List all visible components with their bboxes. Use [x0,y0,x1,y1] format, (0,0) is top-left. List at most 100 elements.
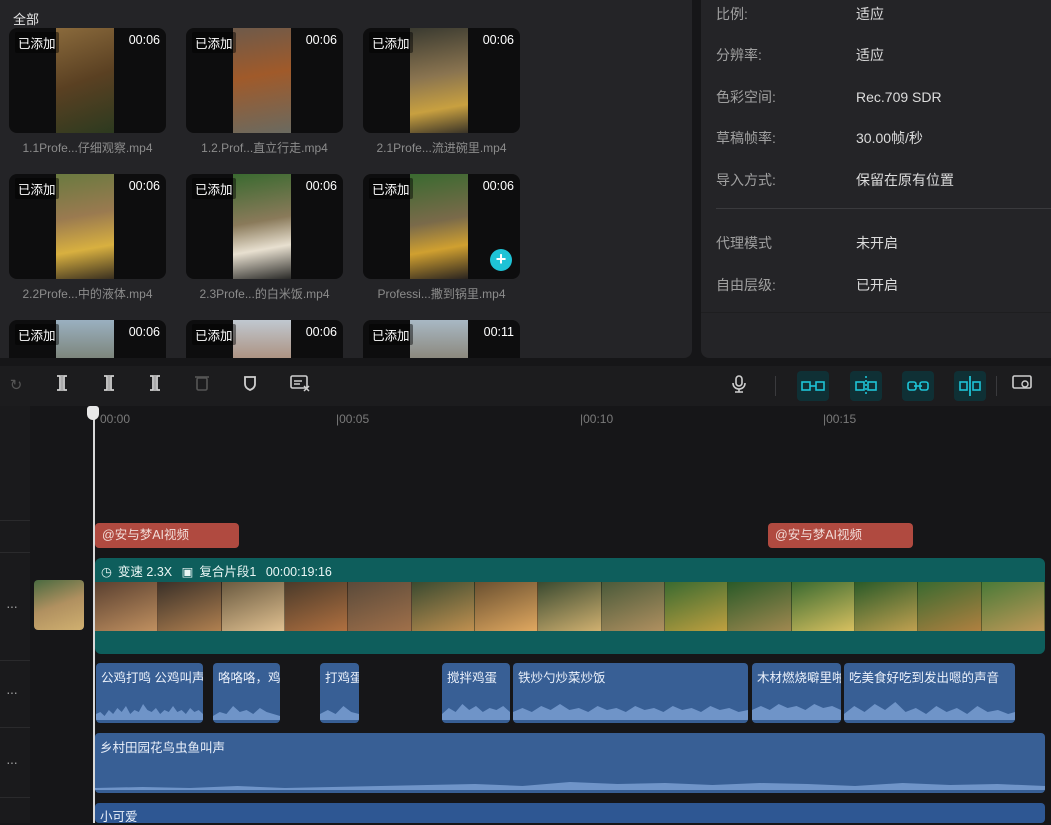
delete-icon[interactable] [190,374,214,398]
track-separator [0,797,30,798]
linkage-toggle[interactable] [902,371,934,401]
audio-clip[interactable]: 铁炒勺炒菜炒饭 [513,663,748,723]
prop-row-frame-rate: 草稿帧率: 30.00帧/秒 [716,128,923,148]
film-frame [728,582,792,631]
audio-clip[interactable]: 打鸡蛋 [320,663,359,723]
duration-label: 00:06 [305,33,337,47]
media-item[interactable]: 已添加 00:06 [186,320,343,358]
add-to-timeline-button[interactable]: + [490,249,512,271]
added-tag: 已添加 [15,324,59,345]
prop-label: 导入方式: [716,172,776,188]
waveform [752,704,841,720]
media-thumbnail[interactable]: 已添加 00:06 [9,28,166,133]
prop-row-import-mode: 导入方式: 保留在原有位置 [716,170,954,190]
waveform [95,782,1045,790]
film-frame [95,582,159,631]
playhead-handle[interactable] [87,406,99,420]
text-clip[interactable]: @安与梦AI视频 [768,523,913,548]
trim-left-icon[interactable] [97,374,121,398]
prop-row-color-space: 色彩空间: Rec.709 SDR [716,87,942,107]
duration-label: 00:06 [482,33,514,47]
prop-value: 30.00帧/秒 [856,130,923,146]
film-frame [791,582,855,631]
media-thumbnail[interactable]: 已添加 00:06 [186,28,343,133]
preview-axis-toggle[interactable] [954,371,986,401]
track-more-icon[interactable]: ··· [6,684,18,700]
audio-clip-label: 搅拌鸡蛋 [447,671,498,685]
media-item[interactable]: 已添加 00:06 1.1Profe...仔细观察.mp4 [9,28,166,156]
media-item[interactable]: 已添加 00:06 + Professi...撒到锅里.mp4 [363,174,520,302]
waveform [844,702,1015,720]
filmstrip [95,582,1045,631]
added-tag: 已添加 [369,324,413,345]
media-thumbnail[interactable]: 已添加 00:06 [186,320,343,358]
props-footer-divider [701,312,1051,313]
waveform [96,704,203,720]
timeline-toolbar: ↻ [0,366,1051,406]
compound-label: 复合片段1 [199,565,257,579]
timeline-ruler[interactable]: 00:00 |00:05 |00:10 |00:15 [30,406,1051,432]
media-thumbnail[interactable]: 已添加 00:06 + [363,174,520,279]
film-frame [854,582,919,631]
media-thumbnail[interactable]: 已添加 00:06 [9,174,166,279]
prop-row-free-layer: 自由层级: 已开启 [716,275,898,295]
audio-clip[interactable]: 咯咯咯，鸡 [213,663,280,723]
film-frame [601,582,665,631]
prop-label: 自由层级: [716,277,776,293]
audio-clip[interactable]: 公鸡打鸣 公鸡叫声 [96,663,203,723]
prop-row-resolution: 分辨率: 适应 [716,45,884,65]
preview-window-icon[interactable] [1010,374,1034,398]
audio-clip-label: 小可爱 [100,810,138,824]
split-icon[interactable] [50,374,74,398]
audio-clip-label: 咯咯咯，鸡 [218,671,280,685]
duration-label: 00:11 [483,325,514,339]
media-item[interactable]: 已添加 00:06 2.1Profe...流进碗里.mp4 [363,28,520,156]
media-section-label: 全部 [13,12,40,27]
audio-clip[interactable]: 木材燃烧噼里啪 [752,663,841,723]
media-thumbnail[interactable]: 已添加 00:11 [363,320,520,358]
music-clip[interactable]: 小可爱 [95,803,1045,824]
prop-label: 分辨率: [716,47,762,63]
media-item[interactable]: 已添加 00:11 [363,320,520,358]
media-thumbnail[interactable]: 已添加 00:06 [9,320,166,358]
main-track-magnet-toggle[interactable] [797,371,829,401]
shield-icon[interactable] [238,374,262,398]
redo-icon[interactable]: ↻ [4,374,28,398]
audio-clip-label: 打鸡蛋 [325,671,359,685]
media-item[interactable]: 已添加 00:06 2.3Profe...的白米饭.mp4 [186,174,343,302]
main-video-clip[interactable]: ◷ 变速 2.3X ▣ 复合片段1 00:00:19:16 [95,558,1045,654]
track-separator [0,552,30,553]
track-more-icon[interactable]: ··· [6,598,18,614]
media-thumbnail[interactable]: 已添加 00:06 [186,174,343,279]
media-thumbnail[interactable]: 已添加 00:06 [363,28,520,133]
film-frame [221,582,285,631]
added-tag: 已添加 [192,324,236,345]
added-tag: 已添加 [192,32,236,53]
toolbar-separator [996,376,997,396]
added-tag: 已添加 [192,178,236,199]
prop-label: 比例: [716,6,748,22]
track-cover-thumbnail[interactable] [34,580,84,630]
clip-header: ◷ 变速 2.3X ▣ 复合片段1 00:00:19:16 [101,561,338,580]
audio-clip[interactable]: 吃美食好吃到发出嗯的声音 [844,663,1015,723]
microphone-icon[interactable] [727,374,751,398]
waveform [213,706,280,720]
film-frame [284,582,349,631]
film-frame [158,582,222,631]
added-tag: 已添加 [369,32,413,53]
prop-label: 草稿帧率: [716,130,776,146]
track-header-column: ··· ··· ··· [0,406,30,823]
audio-clip[interactable]: 搅拌鸡蛋 [442,663,510,723]
media-item[interactable]: 已添加 00:06 2.2Profe...中的液体.mp4 [9,174,166,302]
media-item[interactable]: 已添加 00:06 [9,320,166,358]
media-item[interactable]: 已添加 00:06 1.2.Prof...直立行走.mp4 [186,28,343,156]
ambient-audio-clip[interactable]: 乡村田园花鸟虫鱼叫声 [95,733,1045,793]
audio-clip-label: 公鸡打鸣 公鸡叫声 [101,671,203,685]
ruler-tick-label: |00:05 [336,412,370,426]
auto-snap-toggle[interactable] [850,371,882,401]
trim-right-icon[interactable] [143,374,167,398]
text-clip[interactable]: @安与梦AI视频 [95,523,239,548]
track-more-icon[interactable]: ··· [6,754,18,770]
playhead-line[interactable] [93,409,95,823]
subtitle-edit-icon[interactable] [288,374,312,398]
